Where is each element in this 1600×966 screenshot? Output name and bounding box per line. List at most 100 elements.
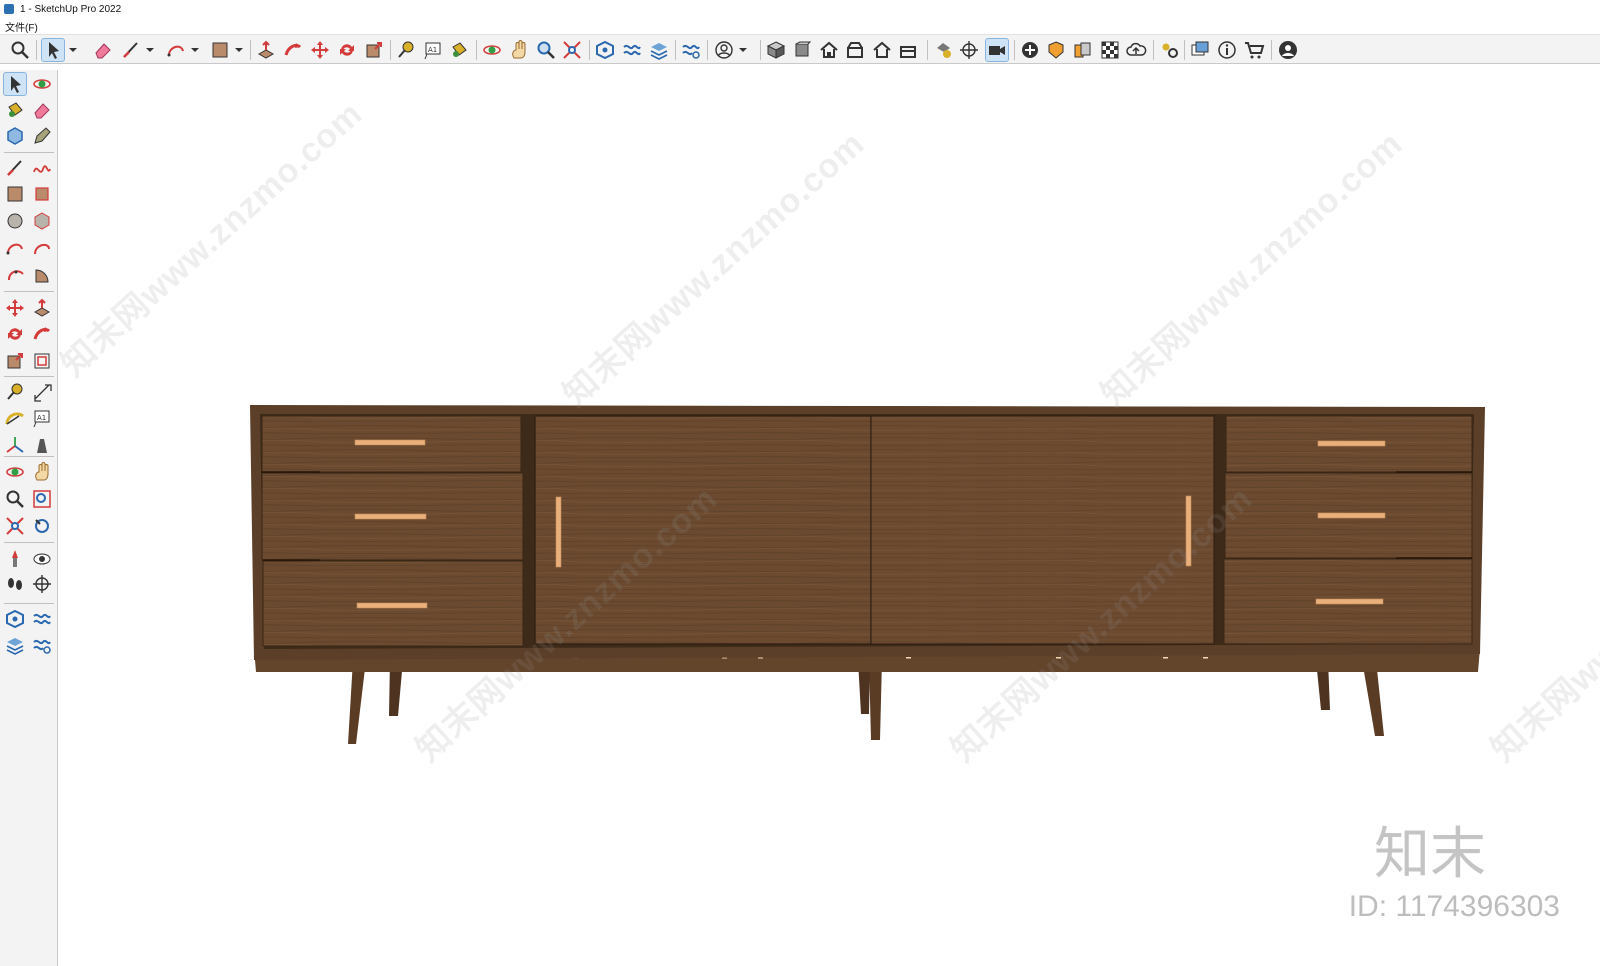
toolbar-zoom-extents-icon[interactable] <box>561 39 583 61</box>
left-toolbar-position-camera-icon[interactable] <box>4 548 26 570</box>
left-toolbar-follow-me-icon[interactable] <box>31 323 53 345</box>
left-toolbar-select-icon[interactable] <box>3 72 27 96</box>
left-toolbar-section-plane-icon[interactable] <box>31 573 53 595</box>
toolbar-move-icon[interactable] <box>309 39 331 61</box>
left-toolbar-move-icon[interactable] <box>4 297 26 319</box>
left-toolbar-extension-manager-icon[interactable] <box>31 634 53 656</box>
left-toolbar-layout-icon[interactable] <box>4 634 26 656</box>
toolbar-rotate-icon[interactable] <box>336 39 358 61</box>
left-toolbar-extension-warehouse-icon[interactable] <box>31 608 53 630</box>
left-toolbar-axes-icon[interactable] <box>4 435 26 457</box>
left-toolbar-pan-icon[interactable] <box>31 461 53 483</box>
left-toolbar-rotate-icon[interactable] <box>4 323 26 345</box>
left-toolbar-pie-icon[interactable] <box>31 264 53 286</box>
toolbar-styles-icon[interactable] <box>1072 39 1094 61</box>
left-toolbar-walk-icon[interactable] <box>4 573 26 595</box>
tool-dropdown-arrow[interactable] <box>738 39 748 61</box>
left-toolbar-warehouse-icon[interactable] <box>4 608 26 630</box>
toolbar-profile-icon[interactable] <box>713 39 735 61</box>
toolbar-orbit-icon[interactable] <box>481 39 503 61</box>
toolbar-solid-tools-icon[interactable] <box>932 39 954 61</box>
toolbar-separator <box>1014 40 1015 60</box>
left-toolbar-protractor-icon[interactable] <box>4 407 26 429</box>
toolbar-top-view-icon[interactable] <box>791 39 813 61</box>
toolbar-info-icon[interactable] <box>1216 39 1238 61</box>
left-toolbar-orbit-icon[interactable] <box>31 73 53 95</box>
toolbar-account-icon[interactable] <box>1277 39 1299 61</box>
left-toolbar-eraser-icon[interactable] <box>31 99 53 121</box>
toolbar-select-icon[interactable] <box>41 38 65 62</box>
toolbar-scenes-icon[interactable] <box>1189 39 1211 61</box>
svg-text:知末: 知末 <box>1374 822 1486 883</box>
toolbar-push-pull-icon[interactable] <box>255 39 277 61</box>
left-toolbar-push-pull-icon[interactable] <box>31 297 53 319</box>
left-toolbar-arc-icon[interactable] <box>4 237 26 259</box>
menu-file[interactable]: 文件(F) <box>5 19 38 34</box>
toolbar-line-icon[interactable] <box>120 39 142 61</box>
toolbar-separator <box>1184 40 1185 60</box>
toolbar-scale-icon[interactable] <box>363 39 385 61</box>
toolbar-shadows-icon[interactable] <box>1099 39 1121 61</box>
toolbar-separator <box>4 542 54 543</box>
modeling-viewport[interactable]: 知末网www.znzmo.com 知末网www.znzmo.com 知末网www… <box>58 64 1600 966</box>
left-toolbar-two-point-arc-icon[interactable] <box>31 237 53 259</box>
toolbar-eraser-icon[interactable] <box>92 39 114 61</box>
handle-door-right <box>1185 495 1192 567</box>
toolbar-separator <box>4 152 54 153</box>
sideboard-model[interactable] <box>250 405 1485 744</box>
left-toolbar-text-icon[interactable]: A1 <box>31 407 53 429</box>
toolbar-rectangle-icon[interactable] <box>209 39 231 61</box>
left-toolbar-previous-view-icon[interactable] <box>31 515 53 537</box>
left-toolbar-orbit-tool-icon[interactable] <box>4 461 26 483</box>
toolbar-zoom-icon[interactable] <box>9 39 31 61</box>
toolbar-follow-me-icon[interactable] <box>282 39 304 61</box>
left-toolbar-freehand-icon[interactable] <box>31 157 53 179</box>
toolbar-back-view-icon[interactable] <box>871 39 893 61</box>
left-toolbar-circle-icon[interactable] <box>4 210 26 232</box>
toolbar-paint-bucket-icon[interactable] <box>448 39 470 61</box>
left-toolbar-line-icon[interactable] <box>4 157 26 179</box>
handle-right-1 <box>1317 440 1386 447</box>
left-toolbar-rectangle-icon[interactable] <box>4 183 26 205</box>
left-toolbar-3d-text-icon[interactable] <box>31 435 53 457</box>
left-toolbar-dimension-icon[interactable] <box>31 381 53 403</box>
toolbar-right-view-icon[interactable] <box>844 39 866 61</box>
toolbar-pan-icon[interactable] <box>508 39 530 61</box>
toolbar-iso-view-icon[interactable] <box>765 39 787 61</box>
toolbar-arc-icon[interactable] <box>165 39 187 61</box>
left-toolbar-tag-icon[interactable] <box>31 125 53 147</box>
left-toolbar-tape-measure-icon[interactable] <box>4 381 26 403</box>
toolbar-zoom-tool-icon[interactable] <box>535 39 557 61</box>
toolbar-add-location-icon[interactable] <box>1019 39 1041 61</box>
toolbar-layout-icon[interactable] <box>648 39 670 61</box>
toolbar-extension-manager-icon[interactable] <box>680 39 702 61</box>
tool-dropdown-arrow[interactable] <box>68 39 78 61</box>
left-toolbar-component-icon[interactable] <box>4 125 26 147</box>
toolbar-cart-icon[interactable] <box>1243 39 1265 61</box>
toolbar-camera-icon[interactable] <box>985 38 1009 62</box>
toolbar-text-icon[interactable]: A1 <box>422 39 444 61</box>
left-toolbar-scale-icon[interactable] <box>4 350 26 372</box>
toolbar-cloud-icon[interactable] <box>1125 39 1147 61</box>
left-toolbar-paint-bucket-icon[interactable] <box>4 99 26 121</box>
center-door-left[interactable] <box>534 415 872 645</box>
left-toolbar-zoom-window-icon[interactable] <box>31 488 53 510</box>
left-toolbar-rotated-rectangle-icon[interactable] <box>31 183 53 205</box>
toolbar-left-view-icon[interactable] <box>897 39 919 61</box>
left-toolbar-three-point-arc-icon[interactable] <box>4 264 26 286</box>
left-toolbar-look-around-icon[interactable] <box>31 548 53 570</box>
left-toolbar-zoom-icon[interactable] <box>4 488 26 510</box>
toolbar-extension-warehouse-icon[interactable] <box>621 39 643 61</box>
toolbar-warehouse-icon[interactable] <box>594 39 616 61</box>
toolbar-sandbox-icon[interactable] <box>1045 39 1067 61</box>
toolbar-tape-measure-icon[interactable] <box>395 39 417 61</box>
tool-dropdown-arrow[interactable] <box>190 39 200 61</box>
left-toolbar-zoom-extents-icon[interactable] <box>4 515 26 537</box>
toolbar-front-view-icon[interactable] <box>818 39 840 61</box>
left-toolbar-polygon-icon[interactable] <box>31 210 53 232</box>
left-toolbar-offset-icon[interactable] <box>31 350 53 372</box>
toolbar-settings-icon[interactable] <box>1158 39 1180 61</box>
tool-dropdown-arrow[interactable] <box>145 39 155 61</box>
tool-dropdown-arrow[interactable] <box>234 39 244 61</box>
toolbar-section-plane-icon[interactable] <box>958 39 980 61</box>
